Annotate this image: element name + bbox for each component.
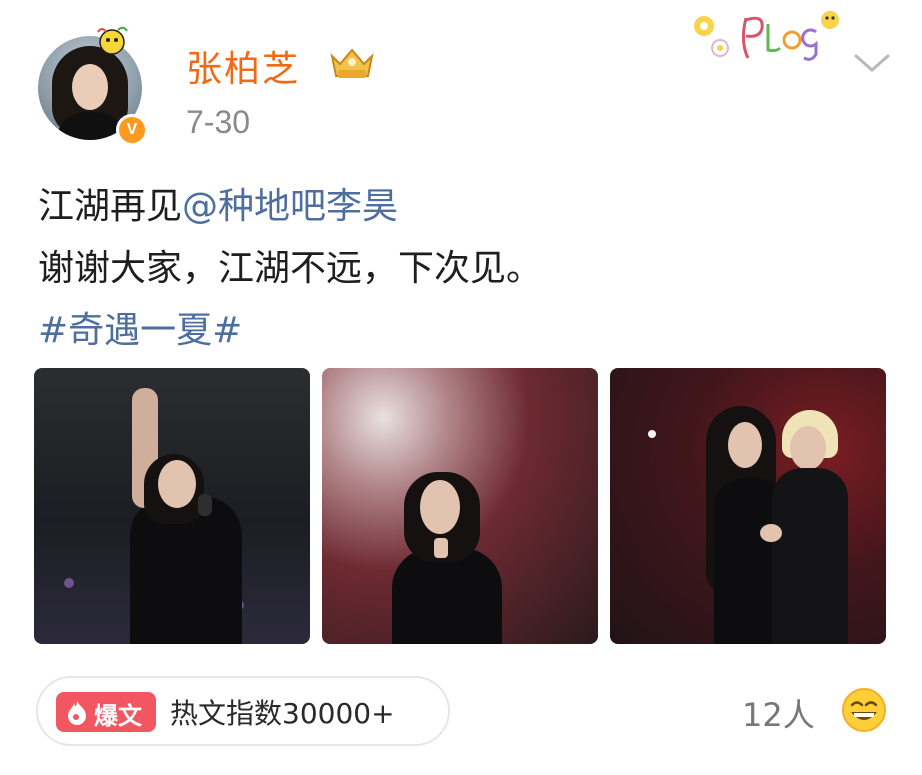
hashtag-link[interactable]: #奇遇一夏# (38, 300, 542, 362)
hot-badge: 爆文 (56, 692, 156, 732)
grinning-emoji-icon[interactable] (840, 686, 888, 734)
chevron-down-icon[interactable] (852, 50, 892, 76)
post-image-1[interactable] (34, 368, 310, 644)
post-date: 7-30 (186, 104, 251, 140)
plog-sticker-icon[interactable] (684, 4, 844, 70)
post-text-lead: 江湖再见 (38, 186, 183, 227)
hot-index-text: 热文指数30000+ (170, 697, 395, 730)
verified-badge-icon: V (116, 114, 148, 146)
flame-icon (68, 700, 86, 725)
hot-index-pill[interactable]: 爆文 热文指数30000+ (36, 676, 450, 746)
mention-link[interactable]: @种地吧李昊 (182, 186, 398, 227)
post-text-line-1: 江湖再见@种地吧李昊 (38, 176, 542, 238)
hot-badge-label: 爆文 (94, 702, 142, 730)
vip-crown-badge-icon[interactable] (326, 42, 378, 82)
post-text: 江湖再见@种地吧李昊 谢谢大家，江湖不远，下次见。 #奇遇一夏# (38, 176, 542, 362)
weibo-post: V 张柏芝 7-30 江湖再见@种地吧李昊 谢谢大家，江湖不远，下次见。 #奇遇… (0, 0, 922, 775)
post-image-2[interactable] (322, 368, 598, 644)
post-image-3[interactable] (610, 368, 886, 644)
username[interactable]: 张柏芝 (186, 40, 300, 92)
reaction-count[interactable]: 12人 (742, 690, 815, 736)
post-text-line-2: 谢谢大家，江湖不远，下次见。 (38, 248, 543, 289)
avatar-pendant-icon (97, 26, 128, 55)
